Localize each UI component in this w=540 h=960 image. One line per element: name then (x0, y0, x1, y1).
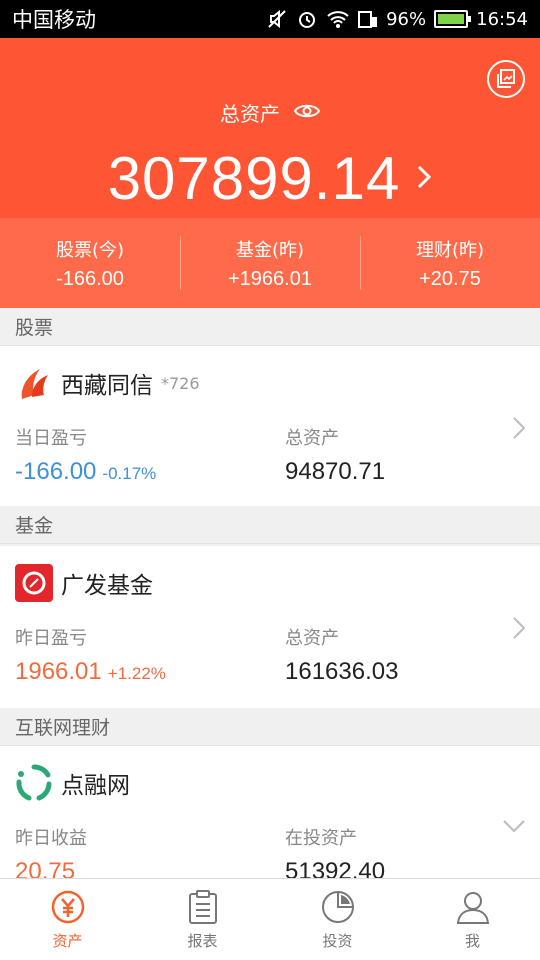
mute-icon (266, 8, 288, 30)
metric-value: 161636.03 (285, 658, 399, 685)
tab-assets[interactable]: 资产 (0, 879, 135, 960)
summary-value: +1966.01 (228, 267, 312, 290)
status-icons: 96% 16:54 (266, 8, 528, 30)
total-assets: 总资产 161636.03 (285, 624, 398, 686)
clock: 16:54 (476, 8, 528, 30)
p2p-account-card[interactable]: 点融网 昨日收益 20.75 在投资产 51392.40 (0, 746, 540, 878)
chevron-right-icon (512, 416, 526, 444)
chevron-right-icon (512, 616, 526, 644)
alarm-icon (296, 8, 318, 30)
copy-icon (497, 69, 515, 88)
metric-label: 当日盈亏 (15, 428, 87, 449)
tab-label: 我 (464, 932, 480, 950)
brand-name: 西藏同信 (61, 373, 153, 399)
tab-invest[interactable]: 投资 (270, 879, 405, 960)
summary-label: 理财(昨) (415, 239, 485, 261)
summary-label: 股票(今) (55, 239, 125, 261)
chevron-down-icon[interactable] (502, 818, 526, 837)
tab-me[interactable]: 我 (405, 879, 540, 960)
total-asset-label-row: 总资产 (0, 98, 540, 127)
metric-label: 总资产 (285, 628, 339, 649)
pnl-percent: -0.17% (102, 464, 157, 483)
total-asset-value: 307899.14 (107, 145, 401, 212)
total-asset-row[interactable]: 307899.14 (0, 144, 540, 213)
brand-name: 点融网 (61, 773, 130, 799)
daily-pnl: 当日盈亏 -166.00 -0.17% (15, 424, 156, 486)
metric-label: 总资产 (285, 428, 339, 449)
clipboard-icon (184, 888, 222, 926)
brand: 点融网 (15, 764, 130, 802)
brand: 广发基金 (15, 564, 153, 602)
pie-chart-icon (319, 888, 357, 926)
tab-label: 资产 (52, 932, 83, 950)
summary-wealth[interactable]: 理财(昨) +20.75 (360, 218, 540, 308)
brand-name: 广发基金 (61, 573, 153, 599)
pnl-value: 1966.01 (15, 658, 102, 685)
tab-label: 投资 (322, 932, 353, 950)
summary-label: 基金(昨) (235, 239, 305, 261)
metric-label: 昨日收益 (15, 828, 87, 849)
tab-label: 报表 (187, 932, 218, 950)
guangfa-fund-logo-icon (15, 564, 53, 602)
bottom-tab-bar: 资产 报表 投资 我 (0, 878, 540, 960)
metric-value: -166.00 -0.17% (15, 458, 156, 486)
summary-value: +20.75 (419, 267, 481, 290)
metric-label: 在投资产 (285, 828, 357, 849)
summary-value: -166.00 (56, 267, 124, 290)
status-bar: 中国移动 96% 16:54 (0, 0, 540, 38)
section-header-funds: 基金 (0, 506, 540, 544)
carrier-name: 中国移动 (12, 8, 96, 32)
section-header-p2p: 互联网理财 (0, 708, 540, 746)
fund-account-card[interactable]: 广发基金 昨日盈亏 1966.01 +1.22% 总资产 161636.03 (0, 546, 540, 708)
switch-view-button[interactable] (487, 60, 525, 98)
chevron-right-icon (416, 164, 432, 194)
summary-stocks[interactable]: 股票(今) -166.00 (0, 218, 180, 308)
yesterday-earnings: 昨日收益 20.75 (15, 824, 87, 878)
pnl-percent: +1.22% (107, 664, 166, 683)
asset-header: 总资产 307899.14 (0, 38, 540, 218)
battery-percent: 96% (386, 8, 427, 30)
dianrong-logo-icon (15, 764, 53, 802)
xizang-tongxin-logo-icon (15, 364, 53, 402)
yuan-circle-icon (49, 888, 87, 926)
yesterday-pnl: 昨日盈亏 1966.01 +1.22% (15, 624, 166, 686)
signal-icon (358, 9, 378, 29)
brand: 西藏同信 *726 (15, 364, 200, 402)
metric-value: 1966.01 +1.22% (15, 658, 166, 686)
summary-funds[interactable]: 基金(昨) +1966.01 (180, 218, 360, 308)
person-icon (454, 888, 492, 926)
section-header-stocks: 股票 (0, 308, 540, 346)
tab-reports[interactable]: 报表 (135, 879, 270, 960)
total-asset-title: 总资产 (220, 102, 280, 126)
metric-value: 20.75 (15, 858, 76, 878)
battery-icon (434, 10, 472, 28)
eye-icon[interactable] (293, 101, 321, 125)
pnl-value: -166.00 (15, 458, 97, 485)
metric-value: 51392.40 (285, 858, 386, 878)
total-assets: 总资产 94870.71 (285, 424, 385, 486)
metric-label: 昨日盈亏 (15, 628, 87, 649)
asset-summary: 股票(今) -166.00 基金(昨) +1966.01 理财(昨) +20.7… (0, 218, 540, 308)
wifi-icon (326, 9, 350, 29)
metric-value: 94870.71 (285, 458, 386, 485)
stock-account-card[interactable]: 西藏同信 *726 当日盈亏 -166.00 -0.17% 总资产 94870.7… (0, 346, 540, 506)
account-number: *726 (161, 373, 200, 393)
invested-assets: 在投资产 51392.40 (285, 824, 385, 878)
